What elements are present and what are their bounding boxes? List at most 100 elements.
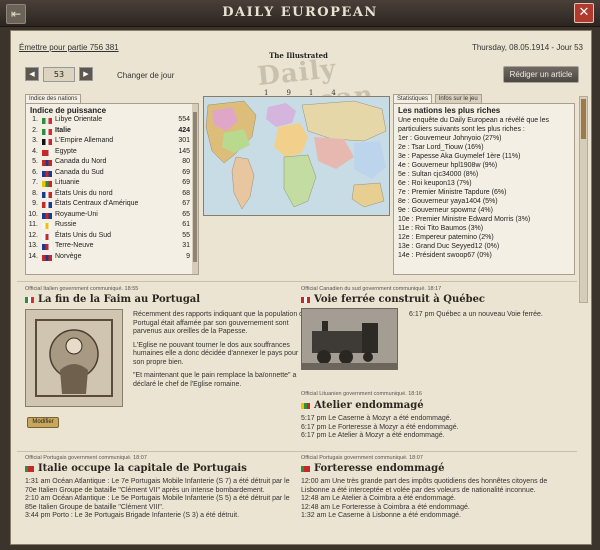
article-3-headline[interactable]: Atelier endommagé bbox=[301, 400, 424, 411]
power-index-row[interactable]: 6. Canada du Sud 69 bbox=[26, 169, 198, 180]
power-score: 554 bbox=[178, 116, 190, 123]
tab-game-info[interactable]: Infos sur le jeu bbox=[434, 94, 482, 103]
flag-icon bbox=[42, 181, 52, 187]
rank: 9. bbox=[32, 200, 38, 207]
power-index-row[interactable]: 3. L'Empire Allemand 301 bbox=[26, 137, 198, 148]
article-3-body: 5:17 pm Le Caserne à Mozyr a été endomma… bbox=[301, 415, 459, 439]
power-score: 67 bbox=[182, 200, 190, 207]
flag-icon bbox=[42, 191, 52, 198]
flag-icon bbox=[42, 233, 52, 240]
article-5-flag bbox=[301, 465, 310, 472]
power-index-scrollbar[interactable] bbox=[192, 104, 198, 274]
tab-nations-index[interactable]: Indice des nations bbox=[25, 94, 82, 103]
prev-day-button[interactable]: ◀ bbox=[25, 67, 39, 81]
power-score: 80 bbox=[182, 158, 190, 165]
day-input[interactable]: 53 bbox=[43, 67, 75, 82]
rich-list-item: 1er : Gouverneur Johnyoio (27%) bbox=[398, 135, 502, 142]
power-tabs: Indice des nations bbox=[25, 94, 82, 103]
article-1-headline[interactable]: La fin de la Faim au Portugal bbox=[25, 294, 200, 305]
nation-name: Royaume-Uni bbox=[55, 210, 98, 218]
article-5-headline[interactable]: Forteresse endommagé bbox=[301, 463, 445, 474]
power-index-row[interactable]: 11. Russie 61 bbox=[26, 221, 198, 232]
power-index-row[interactable]: 1. Libye Orientale 554 bbox=[26, 116, 198, 127]
next-day-button[interactable]: ▶ bbox=[79, 67, 93, 81]
rich-list-item: 2e : Tsar Lord_Tiouw (16%) bbox=[398, 144, 484, 151]
world-map[interactable] bbox=[203, 96, 390, 216]
stats-intro: Une enquête du Daily European a révélé q… bbox=[398, 117, 549, 133]
article-1-source: Official Italien government communiqué. … bbox=[25, 286, 139, 292]
power-index-row[interactable]: 14. Norvège 9 bbox=[26, 253, 198, 264]
flag-icon bbox=[42, 212, 52, 219]
power-score: 301 bbox=[178, 137, 190, 144]
rank: 3. bbox=[32, 137, 38, 144]
flag-icon bbox=[42, 170, 52, 177]
power-score: 55 bbox=[182, 231, 190, 239]
article-3-source: Official Lituanien government communiqué… bbox=[301, 391, 422, 397]
nation-name: L'Empire Allemand bbox=[55, 137, 114, 144]
power-score: 69 bbox=[182, 179, 190, 186]
rich-list-item: 5e : Sultan cjc34000 (8%) bbox=[398, 171, 479, 178]
newspaper-page: Émettre pour partie 756 381 Thursday, 08… bbox=[10, 30, 592, 545]
power-index-panel: Indice de puissance 1. Libye Orientale 554… bbox=[25, 103, 199, 275]
rich-list-item: 7e : Premier Ministre Tapdure (6%) bbox=[398, 189, 507, 196]
nation-name: Libye Orientale bbox=[55, 116, 103, 123]
power-index-row[interactable]: 12. États Unis du Sud 55 bbox=[26, 232, 198, 243]
article-1-illustration bbox=[25, 309, 123, 407]
power-score: 69 bbox=[182, 168, 190, 176]
rank: 6. bbox=[32, 168, 38, 176]
stats-tabs: Statistiques Infos sur le jeu bbox=[393, 94, 483, 103]
article-4-headline[interactable]: Italie occupe la capitale de Portugais bbox=[25, 463, 247, 474]
power-index-row[interactable]: 4. Egypte 145 bbox=[26, 148, 198, 159]
nation-name: Norvège bbox=[55, 252, 82, 260]
rank: 2. bbox=[32, 126, 38, 134]
flag-icon bbox=[42, 244, 52, 250]
rank: 14. bbox=[28, 252, 38, 260]
flag-icon bbox=[42, 223, 52, 229]
section-divider bbox=[17, 281, 577, 282]
power-index-row[interactable]: 8. États Unis du nord 68 bbox=[26, 190, 198, 201]
power-index-row[interactable]: 7. Lituanie 69 bbox=[26, 179, 198, 190]
rank: 4. bbox=[32, 147, 38, 155]
rank: 1. bbox=[32, 116, 38, 123]
article-4-flag bbox=[25, 465, 34, 472]
rich-list-item: 10e : Premier Ministre Edward Morris (3%… bbox=[398, 216, 531, 223]
window-title: DAILY EUROPEAN bbox=[222, 5, 378, 20]
nation-name: Italie bbox=[55, 126, 71, 134]
flag-icon bbox=[42, 160, 52, 166]
rich-list-item: 4e : Gouverneur hpl1908w (9%) bbox=[398, 162, 498, 169]
power-index-row[interactable]: 10. Royaume-Uni 65 bbox=[26, 211, 198, 222]
power-index-row[interactable]: 2. Italie 424 bbox=[26, 127, 198, 138]
write-article-button[interactable]: Rédiger un article bbox=[503, 66, 579, 83]
rich-list-item: 9e : Gouverneur spowmz (4%) bbox=[398, 207, 493, 214]
stats-list: 1er : Gouverneur Johnyoio (27%) 2e : Tsar… bbox=[394, 134, 574, 260]
page-scrollbar[interactable] bbox=[579, 96, 588, 303]
power-index-list: 1. Libye Orientale 554 2. Italie 424 3. L'Empir… bbox=[26, 116, 198, 263]
power-score: 31 bbox=[182, 242, 190, 249]
article-4-body: 1:31 am Océan Atlantique : Le 7e Portuga… bbox=[25, 478, 290, 519]
article-1-para-2: L'Eglise ne pouvant tourner le dos aux s… bbox=[133, 341, 299, 366]
article-1-body: Récemment des rapports indiquant que la … bbox=[133, 311, 311, 389]
close-icon[interactable]: ✕ bbox=[574, 3, 594, 23]
rich-list-item: 12e : Empereur patemino (2%) bbox=[398, 234, 494, 241]
power-index-row[interactable]: 9. États Centraux d'Amérique 67 bbox=[26, 200, 198, 211]
stats-title: Les nations les plus riches bbox=[398, 106, 501, 115]
rich-list-item: 3e : Papesse Aka Guymelef 1ère (11%) bbox=[398, 153, 521, 160]
rich-list-item: 6e : Roi keupon13 (7%) bbox=[398, 180, 472, 187]
article-2-headline[interactable]: Voie ferrée construit à Québec bbox=[301, 294, 485, 305]
newspaper-window: ⇤ DAILY EUROPEAN ✕ Émettre pour partie 7… bbox=[0, 0, 600, 550]
rich-list-item: 8e : Gouverneur yaya1404 (5%) bbox=[398, 198, 498, 205]
power-score: 9 bbox=[186, 252, 190, 260]
article-2-source: Official Canadien du sud government comm… bbox=[301, 286, 442, 292]
nation-name: États Unis du nord bbox=[55, 189, 113, 197]
edit-article-button[interactable]: Modifier bbox=[27, 417, 59, 428]
article-5-body: 12:00 am Une très grande part des impôts… bbox=[301, 478, 548, 519]
section-divider-2 bbox=[17, 451, 577, 452]
tab-statistics[interactable]: Statistiques bbox=[393, 94, 433, 103]
train-photo-graphic bbox=[302, 309, 397, 369]
issue-link[interactable]: Émettre pour partie 756 381 bbox=[19, 43, 119, 52]
power-index-row[interactable]: 13. Terre-Neuve 31 bbox=[26, 242, 198, 253]
article-2-body: 6:17 pm Québec a un nouveau Voie ferrée. bbox=[409, 311, 543, 318]
flag-icon bbox=[42, 202, 52, 208]
power-index-row[interactable]: 5. Canada du Nord 80 bbox=[26, 158, 198, 169]
power-score: 61 bbox=[182, 221, 190, 228]
